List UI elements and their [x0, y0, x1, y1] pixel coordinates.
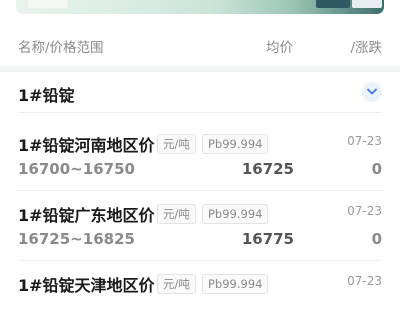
group-title: 1#铅锭 — [18, 86, 75, 105]
price-change: 0 — [371, 230, 382, 248]
unit-tag: 元/吨 — [157, 134, 196, 154]
grade-tag: Pb99.994 — [202, 274, 269, 294]
price-name: 1#铅锭广东地区价 — [18, 206, 155, 225]
price-row[interactable]: 1#铅锭河南地区价 元/吨 Pb99.994 07-23 16700~16750… — [0, 122, 400, 190]
grade-tag: Pb99.994 — [202, 134, 269, 154]
price-row[interactable]: 1#铅锭广东地区价 元/吨 Pb99.994 07-23 16725~16825… — [0, 192, 400, 260]
banner-image[interactable] — [16, 0, 384, 14]
divider — [18, 112, 382, 113]
column-name-header: 名称/价格范围 — [18, 40, 104, 56]
price-date: 07-23 — [347, 134, 382, 148]
price-range: 16725~16825 — [18, 230, 135, 248]
column-avg-header: 均价 — [266, 40, 293, 56]
column-header: 名称/价格范围 均价 /涨跌 — [0, 22, 400, 67]
price-range: 16700~16750 — [18, 160, 135, 178]
group-header[interactable]: 1#铅锭 — [0, 72, 400, 112]
divider — [18, 260, 382, 261]
price-name: 1#铅锭河南地区价 — [18, 136, 155, 155]
price-date: 07-23 — [347, 204, 382, 218]
price-date: 07-23 — [347, 274, 382, 288]
banner-area — [0, 0, 400, 22]
column-change-header[interactable]: /涨跌 — [300, 36, 382, 56]
grade-tag: Pb99.994 — [202, 204, 269, 224]
chevron-down-icon[interactable] — [362, 82, 382, 102]
price-name: 1#铅锭天津地区价 — [18, 276, 155, 295]
price-change: 0 — [371, 160, 382, 178]
average-price: 16725 — [241, 160, 294, 178]
unit-tag: 元/吨 — [157, 274, 196, 294]
price-row[interactable]: 1#铅锭天津地区价 元/吨 Pb99.994 07-23 — [0, 262, 400, 330]
divider — [18, 190, 382, 191]
column-change-label: 涨跌 — [355, 40, 382, 56]
average-price: 16775 — [241, 230, 294, 248]
unit-tag: 元/吨 — [157, 204, 196, 224]
